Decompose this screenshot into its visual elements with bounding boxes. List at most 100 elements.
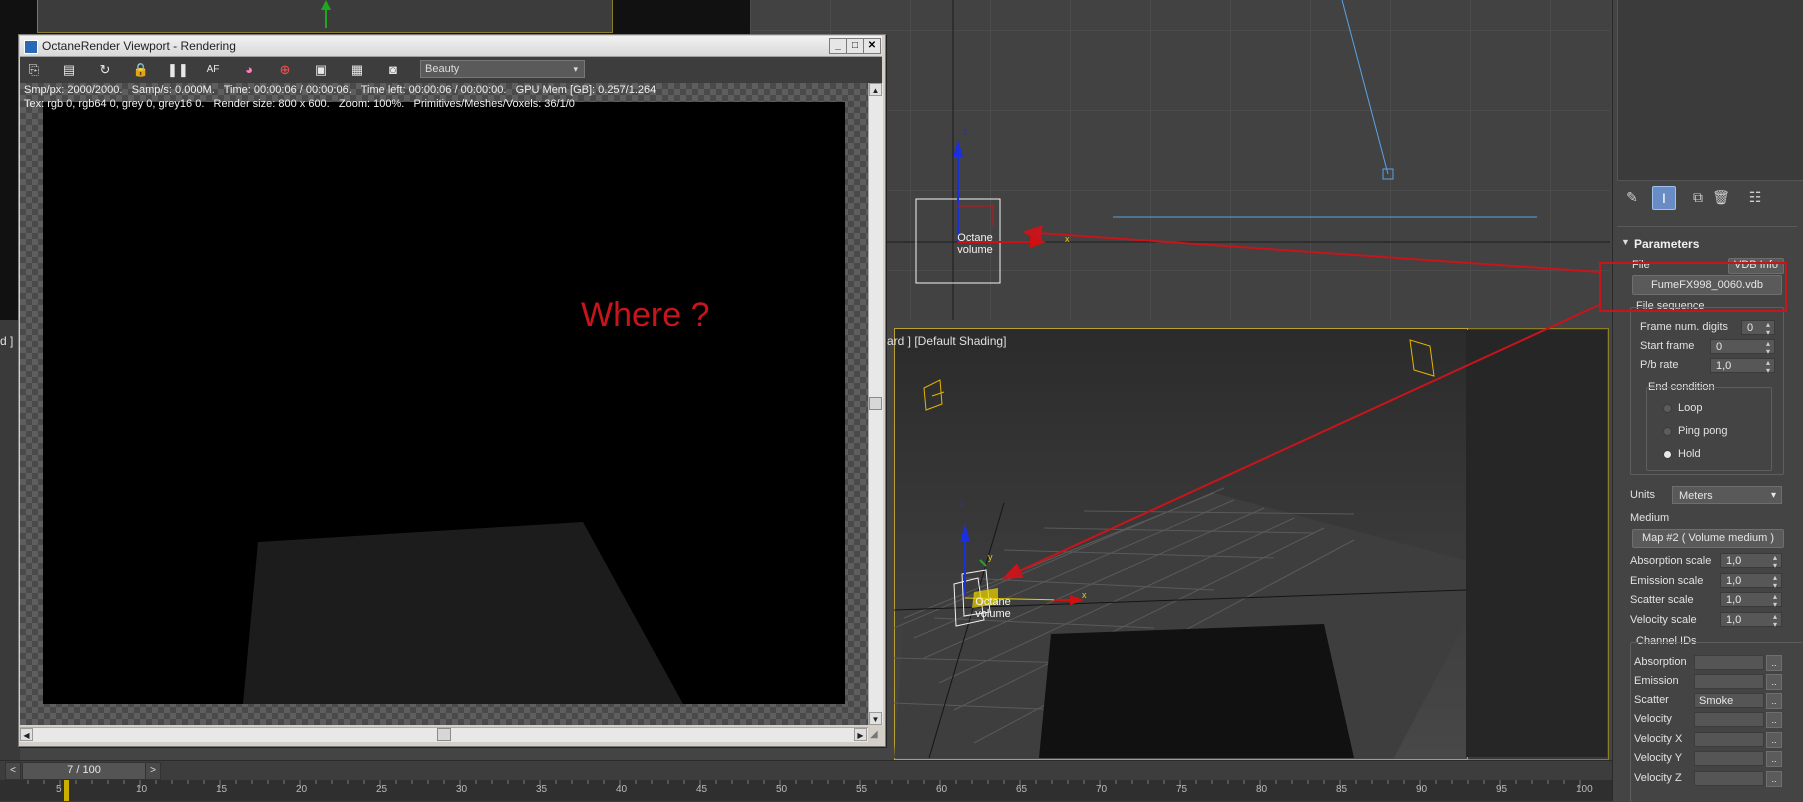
octane-minimize-button[interactable]: _ — [829, 38, 847, 54]
channel-velocity-y-browse-button[interactable]: .. — [1766, 751, 1782, 767]
scroll-right-button[interactable]: ▶ — [854, 728, 867, 741]
channel-velocity-z-browse-button[interactable]: .. — [1766, 771, 1782, 787]
rollout-collapse-icon[interactable]: ▼ — [1621, 237, 1630, 247]
absorption-scale-spinner[interactable]: 1,0 — [1720, 553, 1782, 570]
vertical-scroll-thumb[interactable] — [869, 397, 882, 410]
radio-loop-label[interactable]: Loop — [1678, 402, 1702, 414]
pb-rate-spinner[interactable]: 1,0 — [1710, 358, 1775, 375]
octane-maximize-button[interactable]: □ — [846, 38, 864, 54]
radio-ping-pong-label[interactable]: Ping pong — [1678, 425, 1728, 437]
timeline-tick-label: 35 — [536, 784, 548, 795]
radio-hold[interactable] — [1663, 450, 1672, 459]
svg-text:y: y — [988, 552, 993, 562]
pin-stack-icon[interactable]: ✎ — [1621, 186, 1643, 208]
lock-icon[interactable]: 🔒 — [131, 60, 151, 80]
timeline-tick-label: 20 — [296, 784, 308, 795]
horizontal-scroll-thumb[interactable] — [437, 728, 451, 741]
time-slider-next-button[interactable]: > — [145, 762, 161, 780]
emission-scale-label: Emission scale — [1630, 575, 1704, 587]
units-label: Units — [1630, 489, 1656, 501]
display-icon[interactable]: ▣ — [311, 60, 331, 80]
medium-label: Medium — [1630, 512, 1670, 524]
open-icon[interactable]: ⎘ — [24, 60, 44, 80]
rollout-parameters-title[interactable]: Parameters — [1634, 237, 1699, 251]
svg-text:x: x — [1082, 590, 1087, 600]
scatter-scale-spinner[interactable]: 1,0 — [1720, 592, 1782, 609]
octane-stats-line-2: Tex: rgb 0, rgb64 0, grey 0, grey16 0. R… — [24, 98, 575, 110]
camera-icon[interactable]: ◙ — [383, 60, 403, 80]
emission-scale-spinner[interactable]: 1,0 — [1720, 573, 1782, 590]
medium-map-button[interactable]: Map #2 ( Volume medium ) — [1632, 529, 1784, 548]
radio-hold-label[interactable]: Hold — [1678, 448, 1701, 460]
channel-velocity-x-browse-button[interactable]: .. — [1766, 732, 1782, 748]
channel-velocity-z-field[interactable] — [1694, 771, 1764, 786]
channel-velocity-browse-button[interactable]: .. — [1766, 712, 1782, 728]
viewport-left-edge — [0, 320, 20, 760]
timeline-tick-label: 10 — [136, 784, 148, 795]
restart-icon[interactable]: ↻ — [95, 60, 115, 80]
save-icon[interactable]: ▤ — [59, 60, 79, 80]
units-dropdown[interactable]: Meters — [1672, 486, 1782, 505]
color-icon[interactable]: ◕ — [239, 60, 259, 80]
rollout-divider — [1617, 226, 1797, 227]
timeline-tick-label: 30 — [456, 784, 468, 795]
remove-modifier-icon[interactable]: 🗑 — [1710, 186, 1732, 208]
perspective-scene: z x y — [894, 339, 1466, 758]
resize-grip-icon[interactable]: ◢ — [870, 729, 878, 740]
timeline-tick-label: 55 — [856, 784, 868, 795]
time-cursor[interactable] — [64, 780, 69, 801]
channel-scatter-browse-button[interactable]: .. — [1766, 693, 1782, 709]
timeline-tick-label: 50 — [776, 784, 788, 795]
gizmo-y-axis — [320, 0, 331, 28]
radio-ping-pong[interactable] — [1663, 427, 1672, 436]
channel-emission-field[interactable] — [1694, 674, 1764, 689]
svg-text:z: z — [960, 498, 965, 508]
octane-close-button[interactable]: ✕ — [863, 38, 881, 54]
timeline-tick-label: 70 — [1096, 784, 1108, 795]
timeline-tick-label: 45 — [696, 784, 708, 795]
frame-num-digits-spinner[interactable]: 0 — [1741, 320, 1775, 337]
channel-velocity-label: Velocity — [1634, 713, 1672, 725]
start-frame-label: Start frame — [1640, 340, 1695, 352]
octane-volume-label-top: Octane volume — [957, 232, 993, 256]
channel-velocity-field[interactable] — [1694, 712, 1764, 727]
configure-sets-icon[interactable]: ☷ — [1744, 186, 1766, 208]
focus-icon[interactable]: AF — [203, 60, 223, 80]
channel-absorption-browse-button[interactable]: .. — [1766, 655, 1782, 671]
viewport-left-header[interactable]: d ] — [0, 334, 13, 348]
timeline-tick-label: 15 — [216, 784, 228, 795]
channel-absorption-field[interactable] — [1694, 655, 1764, 670]
octane-stats-line-1: Smp/px: 2000/2000. Samp/s: 0.000M. Time:… — [24, 84, 657, 96]
film-icon[interactable]: ▦ — [347, 60, 367, 80]
timeline-tick-label: 65 — [1016, 784, 1028, 795]
make-unique-icon[interactable]: ⧉ — [1687, 186, 1709, 208]
timeline-tick-label: 80 — [1256, 784, 1268, 795]
pause-icon[interactable]: ❚❚ — [167, 60, 189, 80]
octane-volume-label-persp: Octane volume — [975, 596, 1011, 620]
channel-scatter-field[interactable]: Smoke — [1694, 693, 1764, 708]
channel-velocity-y-field[interactable] — [1694, 751, 1764, 766]
velocity-scale-label: Velocity scale — [1630, 614, 1697, 626]
scroll-left-button[interactable]: ◀ — [20, 728, 33, 741]
scroll-up-button[interactable]: ▲ — [869, 83, 882, 96]
octane-window-icon[interactable] — [24, 40, 38, 54]
start-frame-spinner[interactable]: 0 — [1710, 339, 1775, 356]
channel-velocity-z-label: Velocity Z — [1634, 772, 1682, 784]
region-icon[interactable]: ⊕ — [275, 60, 295, 80]
channel-velocity-y-label: Velocity Y — [1634, 752, 1683, 764]
time-slider[interactable]: 7 / 100 — [22, 762, 146, 780]
timeline-ruler[interactable] — [0, 780, 1612, 801]
radio-loop[interactable] — [1663, 404, 1672, 413]
command-panel-object-list[interactable] — [1617, 0, 1803, 181]
time-slider-prev-button[interactable]: < — [5, 762, 21, 780]
velocity-scale-spinner[interactable]: 1,0 — [1720, 612, 1782, 629]
octane-render-image[interactable] — [43, 102, 845, 704]
timeline-tick-label: 60 — [936, 784, 948, 795]
pb-rate-label: P/b rate — [1640, 359, 1679, 371]
channel-emission-label: Emission — [1634, 675, 1679, 687]
channel-emission-browse-button[interactable]: .. — [1766, 674, 1782, 690]
channel-velocity-x-field[interactable] — [1694, 732, 1764, 747]
show-end-result-icon[interactable]: I — [1652, 186, 1676, 210]
render-pass-select[interactable]: Beauty — [420, 60, 585, 78]
scroll-down-button[interactable]: ▼ — [869, 712, 882, 725]
